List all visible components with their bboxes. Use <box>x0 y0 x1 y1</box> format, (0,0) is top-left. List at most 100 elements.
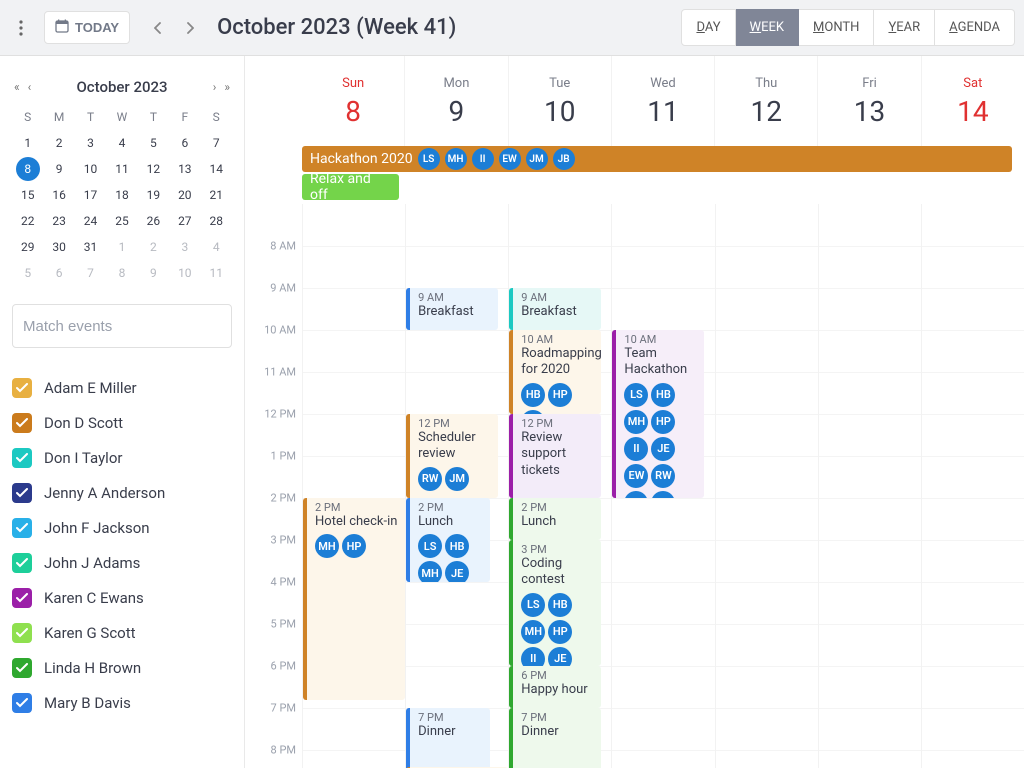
calendar-event[interactable]: 7 PMDinner <box>509 708 601 768</box>
calendar-event[interactable]: 2 PMLunchLSHBMHJE <box>406 498 490 582</box>
checkbox-icon[interactable] <box>12 483 32 503</box>
day-column[interactable]: 10 AMTeam HackathonLSHBMHHPIIJEEWRWJMKR <box>611 204 714 768</box>
mini-day[interactable]: 9 <box>43 156 74 182</box>
day-column[interactable]: 2 PMHotel check-inMHHP <box>302 204 405 768</box>
tab-agenda[interactable]: AGENDA <box>935 9 1015 46</box>
checkbox-icon[interactable] <box>12 693 32 713</box>
calendar-event[interactable]: 6 PMHappy hour <box>509 666 601 708</box>
menu-kebab-icon[interactable] <box>9 16 33 40</box>
mini-prev-year-icon[interactable]: « <box>14 80 20 94</box>
checkbox-icon[interactable] <box>12 448 32 468</box>
calendar-event[interactable]: 2 PMLunch <box>509 498 601 540</box>
tab-week[interactable]: WEEK <box>736 9 799 46</box>
mini-next-year-icon[interactable]: » <box>224 80 230 94</box>
allday-event[interactable]: Relax and off <box>302 174 399 200</box>
mini-day[interactable]: 23 <box>43 208 74 234</box>
person-item[interactable]: Karen G Scott <box>12 615 232 650</box>
mini-day[interactable]: 7 <box>75 260 106 286</box>
person-item[interactable]: Don D Scott <box>12 405 232 440</box>
allday-event[interactable]: Hackathon 2020LSMHIIEWJMJB <box>302 146 1012 172</box>
person-item[interactable]: Jenny A Anderson <box>12 475 232 510</box>
mini-day[interactable]: 3 <box>75 130 106 156</box>
mini-calendar[interactable]: SMTWTFS123456789101112131415161718192021… <box>12 104 232 286</box>
day-column[interactable]: 9 AMBreakfast 12 PMScheduler reviewRWJM2 … <box>405 204 508 768</box>
mini-day[interactable]: 17 <box>75 182 106 208</box>
person-item[interactable]: Linda H Brown <box>12 650 232 685</box>
mini-day[interactable]: 6 <box>43 260 74 286</box>
day-column[interactable] <box>921 204 1024 768</box>
calendar-event[interactable]: 9 AMBreakfast <box>406 288 498 330</box>
person-item[interactable]: John F Jackson <box>12 510 232 545</box>
prev-week-button[interactable] <box>142 12 174 44</box>
checkbox-icon[interactable] <box>12 413 32 433</box>
calendar-event[interactable]: 3 PMCoding contestLSHBMHHPIIJEEWRWJM <box>509 540 601 666</box>
mini-day[interactable]: 29 <box>12 234 43 260</box>
mini-day[interactable]: 4 <box>201 234 232 260</box>
mini-day[interactable]: 1 <box>106 234 137 260</box>
calendar-event[interactable]: 10 AMRoadmapping for 2020HBHPJE <box>509 330 601 414</box>
mini-day[interactable]: 16 <box>43 182 74 208</box>
mini-day[interactable]: 8 <box>106 260 137 286</box>
today-button[interactable]: TODAY <box>44 11 130 44</box>
calendar-event[interactable]: 12 PMReview support tickets <box>509 414 601 498</box>
checkbox-icon[interactable] <box>12 553 32 573</box>
mini-day[interactable]: 20 <box>169 182 200 208</box>
person-item[interactable]: Adam E Miller <box>12 370 232 405</box>
day-header[interactable]: Sun8 <box>302 56 404 146</box>
mini-day[interactable]: 24 <box>75 208 106 234</box>
mini-day[interactable]: 7 <box>201 130 232 156</box>
mini-day[interactable]: 11 <box>106 156 137 182</box>
checkbox-icon[interactable] <box>12 658 32 678</box>
mini-day[interactable]: 18 <box>106 182 137 208</box>
day-header[interactable]: Sat14 <box>921 56 1024 146</box>
mini-day[interactable]: 12 <box>138 156 169 182</box>
mini-day[interactable]: 10 <box>75 156 106 182</box>
mini-day[interactable]: 13 <box>169 156 200 182</box>
next-week-button[interactable] <box>174 12 206 44</box>
mini-day[interactable]: 22 <box>12 208 43 234</box>
mini-day[interactable]: 27 <box>169 208 200 234</box>
mini-day[interactable]: 21 <box>201 182 232 208</box>
mini-day[interactable]: 28 <box>201 208 232 234</box>
mini-day[interactable]: 14 <box>201 156 232 182</box>
checkbox-icon[interactable] <box>12 588 32 608</box>
day-column[interactable]: 9 AMBreakfast10 AMRoadmapping for 2020HB… <box>508 204 611 768</box>
mini-day[interactable]: 3 <box>169 234 200 260</box>
mini-day[interactable]: 30 <box>43 234 74 260</box>
checkbox-icon[interactable] <box>12 518 32 538</box>
day-header[interactable]: Thu12 <box>714 56 817 146</box>
mini-day[interactable]: 8 <box>16 157 40 181</box>
person-item[interactable]: John J Adams <box>12 545 232 580</box>
calendar-event[interactable]: 12 PMScheduler reviewRWJM <box>406 414 498 498</box>
calendar-event[interactable]: 7 PMDinner <box>406 708 490 768</box>
mini-prev-month-icon[interactable]: ‹ <box>28 80 32 94</box>
mini-day[interactable]: 2 <box>138 234 169 260</box>
mini-day[interactable]: 5 <box>138 130 169 156</box>
mini-day[interactable]: 11 <box>201 260 232 286</box>
person-item[interactable]: Don I Taylor <box>12 440 232 475</box>
mini-day[interactable]: 9 <box>138 260 169 286</box>
checkbox-icon[interactable] <box>12 378 32 398</box>
day-column[interactable] <box>715 204 818 768</box>
day-header[interactable]: Wed11 <box>611 56 714 146</box>
tab-year[interactable]: YEAR <box>874 9 935 46</box>
mini-day[interactable]: 10 <box>169 260 200 286</box>
day-column[interactable] <box>818 204 921 768</box>
day-header[interactable]: Mon9 <box>404 56 507 146</box>
mini-day[interactable]: 26 <box>138 208 169 234</box>
mini-next-month-icon[interactable]: › <box>213 80 217 94</box>
person-item[interactable]: Mary B Davis <box>12 685 232 720</box>
calendar-event[interactable]: 2 PMHotel check-inMHHP <box>303 498 405 700</box>
day-header[interactable]: Tue10 <box>508 56 611 146</box>
mini-day[interactable]: 4 <box>106 130 137 156</box>
mini-day[interactable]: 2 <box>43 130 74 156</box>
tab-month[interactable]: MONTH <box>799 9 874 46</box>
tab-day[interactable]: DAY <box>681 9 735 46</box>
mini-day[interactable]: 19 <box>138 182 169 208</box>
calendar-event[interactable]: 10 AMTeam HackathonLSHBMHHPIIJEEWRWJMKR <box>612 330 704 498</box>
day-header[interactable]: Fri13 <box>817 56 920 146</box>
checkbox-icon[interactable] <box>12 623 32 643</box>
person-item[interactable]: Karen C Ewans <box>12 580 232 615</box>
mini-day[interactable]: 6 <box>169 130 200 156</box>
mini-day[interactable]: 1 <box>12 130 43 156</box>
